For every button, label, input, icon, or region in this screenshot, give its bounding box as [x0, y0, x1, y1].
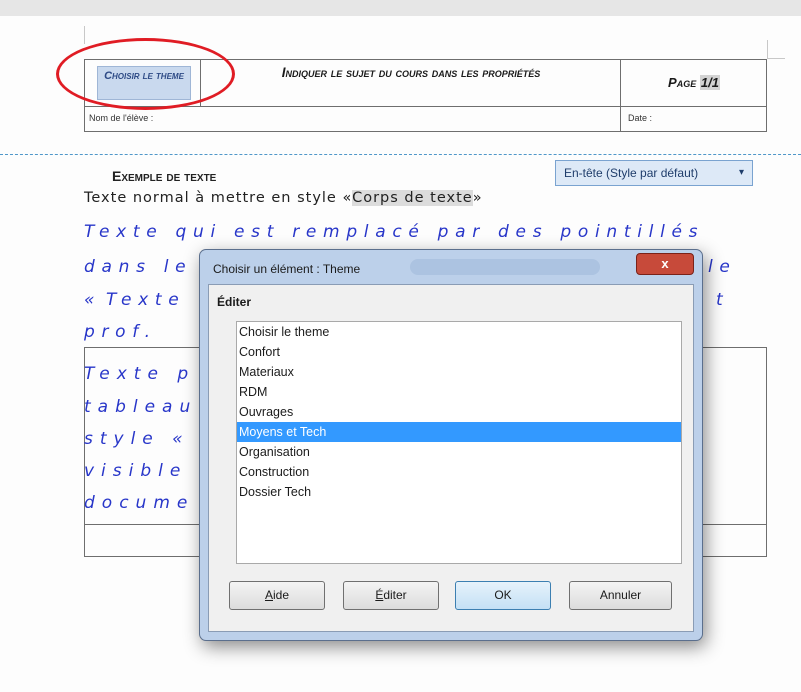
list-item[interactable]: Materiaux [237, 362, 681, 382]
edit-label: diter [383, 588, 407, 602]
page-number[interactable]: 1/1 [699, 75, 720, 90]
choose-element-dialog: Choisir un élément : Theme x Éditer Choi… [199, 249, 703, 641]
page-cell: Page 1/1 [621, 60, 767, 106]
course-subject[interactable]: Indiquer le sujet du cours dans les prop… [201, 64, 621, 81]
cell-divider [620, 107, 621, 132]
blue-text-fragment-right-2: t [716, 290, 730, 310]
box-text-line-3: style « [84, 429, 190, 449]
edit-button[interactable]: Éditer [343, 581, 439, 610]
close-button[interactable]: x [636, 253, 694, 275]
list-item[interactable]: Ouvrages [237, 402, 681, 422]
list-item[interactable]: Confort [237, 342, 681, 362]
style-field[interactable]: Corps de texte [352, 190, 473, 206]
normal-text-prefix: Texte normal à mettre en style « [84, 190, 353, 206]
help-label: ide [273, 588, 290, 602]
cancel-button[interactable]: Annuler [569, 581, 672, 610]
dialog-title: Choisir un élément : Theme [213, 262, 361, 276]
example-title: Exemple de texte [112, 168, 217, 184]
header-style-tag[interactable]: En-tête (Style par défaut) ▾ [555, 160, 753, 186]
normal-text-line: Texte normal à mettre en style «Corps de… [84, 190, 483, 206]
dialog-body: Éditer Choisir le theme Confort Materiau… [208, 284, 694, 632]
blue-text-line-2: dans le [84, 257, 193, 277]
page-label: Page [668, 75, 697, 90]
box-text-line-4: visible [84, 461, 188, 481]
dropdown-arrow-icon[interactable]: ▾ [739, 161, 744, 185]
page-indicator: Page 1/1 [621, 75, 767, 90]
list-item[interactable]: Choisir le theme [237, 322, 681, 342]
help-button[interactable]: Aide [229, 581, 325, 610]
header-row-2: Nom de l'élève : Date : [85, 106, 766, 132]
crop-mark [84, 26, 85, 44]
date-label: Date : [628, 113, 653, 123]
header-boundary-line [0, 154, 801, 155]
blue-text-line-4: prof. [84, 322, 157, 342]
box-text-line-2: tableau [84, 397, 198, 417]
help-mnemonic: A [264, 588, 273, 602]
annotation-oval [56, 38, 235, 110]
box-text-line-1: Texte p [84, 364, 196, 384]
student-name-label: Nom de l'élève : [89, 113, 154, 123]
ok-button[interactable]: OK [455, 581, 551, 610]
list-item-selected[interactable]: Moyens et Tech [237, 422, 681, 442]
title-bar-blur [410, 259, 600, 275]
header-style-label: En-tête (Style par défaut) [564, 166, 699, 180]
list-item[interactable]: Construction [237, 462, 681, 482]
element-list[interactable]: Choisir le theme Confort Materiaux RDM O… [236, 321, 682, 564]
normal-text-suffix: » [472, 190, 483, 206]
list-item[interactable]: RDM [237, 382, 681, 402]
list-item[interactable]: Organisation [237, 442, 681, 462]
group-label: Éditer [217, 295, 252, 309]
list-item[interactable]: Dossier Tech [237, 482, 681, 502]
subject-cell: Indiquer le sujet du cours dans les prop… [201, 60, 621, 106]
blue-text-line-3: Texte [106, 290, 186, 310]
blue-text-fragment-right-1: le [708, 257, 737, 277]
top-bar [0, 0, 801, 16]
crop-mark [767, 58, 785, 59]
blue-text-line-3-prefix: « [84, 290, 102, 310]
blue-text-line-1: Texte qui est remplacé par des pointillé… [84, 222, 705, 242]
box-text-line-5: docume [84, 493, 195, 513]
crop-mark [767, 40, 768, 58]
